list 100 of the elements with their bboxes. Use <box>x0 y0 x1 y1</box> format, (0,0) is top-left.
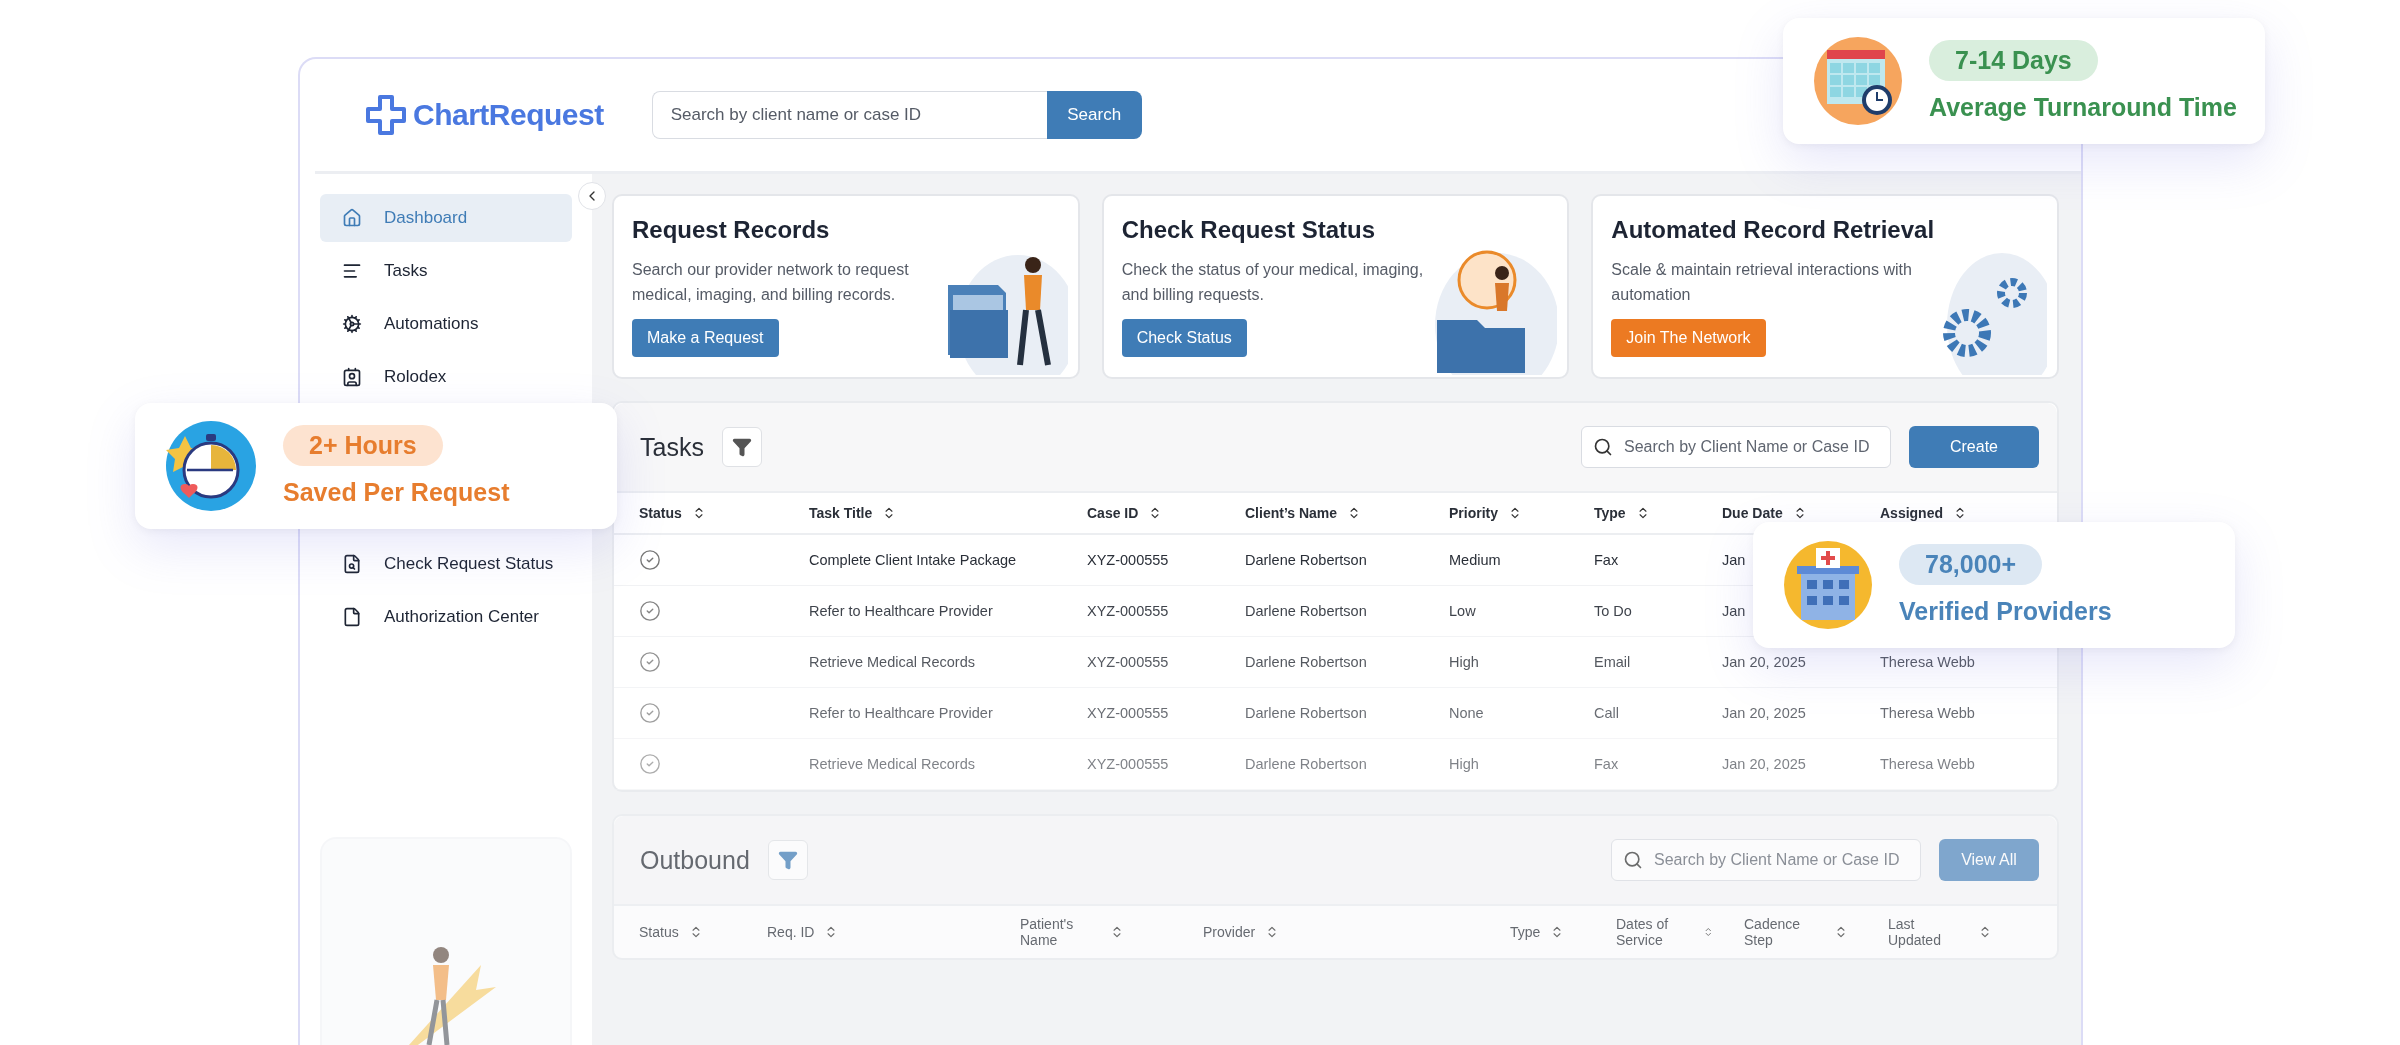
create-button[interactable]: Create <box>1909 426 2039 468</box>
status-check-icon[interactable] <box>639 600 661 622</box>
status-check-icon[interactable] <box>639 702 661 724</box>
table-cell-text: Complete Client Intake Package <box>809 552 1018 568</box>
sidebar-label: Authorization Center <box>384 607 539 627</box>
logo-text: ChartRequest <box>413 98 604 132</box>
column-header: Client’s Name <box>1245 505 1338 521</box>
table-cell-text: High <box>1449 756 1480 772</box>
stopwatch-icon <box>165 420 257 512</box>
status-check-icon[interactable] <box>639 753 661 775</box>
table-cell-text: Refer to Healthcare Provider <box>809 705 994 721</box>
search-field[interactable]: Search by client name or case ID <box>651 91 1047 139</box>
column-header: Due Date <box>1722 505 1783 521</box>
stat-label: Average Turnaround Time <box>1929 93 2237 122</box>
sidebar-icon <box>342 314 362 334</box>
column-header: Task Title <box>809 505 873 521</box>
stat-value: 2+ Hours <box>283 425 443 466</box>
stat-value: 78,000+ <box>1899 544 2043 585</box>
hospital-icon <box>1783 540 1873 630</box>
search-field[interactable]: Search by Client Name or Case ID <box>1581 426 1891 468</box>
column-header: Patient's Name <box>1020 916 1075 948</box>
table-cell-text: Theresa Webb <box>1880 654 1976 670</box>
sort-icon[interactable] <box>1953 506 1967 520</box>
table-cell-text: Fax <box>1594 756 1620 772</box>
table-cell-text: High <box>1449 654 1480 670</box>
sidebar-icon <box>342 208 362 228</box>
sidebar-icon <box>342 607 362 627</box>
view-all-button[interactable]: View All <box>1939 839 2039 881</box>
table-cell-text: XYZ-000555 <box>1087 654 1170 670</box>
stat-label: Verified Providers <box>1899 597 2112 626</box>
status-check-icon[interactable] <box>639 549 661 571</box>
card-description: Scale & maintain retrieval interactions with automation <box>1611 260 1913 305</box>
card-button[interactable]: Join The Network <box>1611 319 1766 357</box>
panel-title: Tasks <box>640 432 704 462</box>
sidebar-label: Dashboard <box>384 208 468 228</box>
sidebar-icon <box>342 261 362 281</box>
table-cell-text: XYZ-000555 <box>1087 603 1170 619</box>
table-cell-text: Medium <box>1449 552 1502 568</box>
card-title: Request Records <box>632 216 831 244</box>
sidebar-label: Rolodex <box>384 367 447 387</box>
table-cell-text: Jan <box>1722 603 1747 619</box>
sidebar-label: Tasks <box>384 261 428 281</box>
column-header: Req. ID <box>767 924 815 940</box>
filter-icon <box>731 437 752 457</box>
column-header: Dates of Service <box>1616 916 1670 948</box>
table-cell-text: To Do <box>1594 603 1633 619</box>
table-cell-text: Fax <box>1594 552 1620 568</box>
panel-title: Outbound <box>640 845 750 875</box>
table-cell-text: Email <box>1594 654 1632 670</box>
table-cell-text: Call <box>1594 705 1620 721</box>
table-cell-text: Retrieve Medical Records <box>809 756 976 772</box>
sidebar-label: Check Request Status <box>384 554 554 574</box>
card-button[interactable]: Check Status <box>1121 319 1247 357</box>
table-cell-text: Theresa Webb <box>1880 756 1976 772</box>
search-field[interactable]: Search by Client Name or Case ID <box>1611 839 1921 881</box>
table-cell-text: Theresa Webb <box>1880 705 1976 721</box>
search-button[interactable]: Search <box>1046 91 1142 139</box>
column-header: Last Updated <box>1888 916 1942 948</box>
table-cell-text: Jan 20, 2025 <box>1722 654 1807 670</box>
column-header: Provider <box>1203 924 1256 940</box>
sidebar-item[interactable]: Automations <box>320 300 572 348</box>
filter-button[interactable] <box>721 427 762 467</box>
cross-logo-icon <box>365 94 407 136</box>
card-button[interactable]: Make a Request <box>632 319 779 357</box>
sidebar-icon <box>342 367 362 387</box>
sidebar-item[interactable]: Dashboard <box>320 194 572 242</box>
table-cell-text: XYZ-000555 <box>1087 756 1170 772</box>
table-cell-text: Darlene Robertson <box>1245 603 1368 619</box>
filter-icon <box>777 850 798 870</box>
card-title: Automated Record Retrieval <box>1611 216 1936 244</box>
search-icon <box>1593 437 1613 457</box>
table-cell-text: None <box>1449 705 1485 721</box>
column-header: Assigned <box>1880 505 1943 521</box>
stat-value: 7-14 Days <box>1929 40 2098 81</box>
sidebar-item[interactable]: Rolodex <box>320 353 572 401</box>
table-cell-text: XYZ-000555 <box>1087 552 1170 568</box>
table-cell-text: Darlene Robertson <box>1245 552 1368 568</box>
table-cell-text: Darlene Robertson <box>1245 654 1368 670</box>
table-cell-text: Low <box>1449 603 1477 619</box>
sidebar-item[interactable]: Authorization Center <box>320 593 572 641</box>
column-header: Case ID <box>1087 505 1139 521</box>
column-header: Cadence Step <box>1744 916 1802 948</box>
sort-icon[interactable] <box>1508 506 1522 520</box>
table-cell-text: Jan 20, 2025 <box>1722 705 1807 721</box>
calendar-clock-icon <box>1813 36 1903 126</box>
status-check-icon[interactable] <box>639 651 661 673</box>
table-cell-text: Darlene Robertson <box>1245 756 1368 772</box>
card-title: Check Request Status <box>1121 216 1377 244</box>
table-cell-text: Refer to Healthcare Provider <box>809 603 994 619</box>
column-header: Priority <box>1449 505 1498 521</box>
table-cell-text: Retrieve Medical Records <box>809 654 976 670</box>
table-cell-text: Darlene Robertson <box>1245 705 1368 721</box>
sidebar-item[interactable]: Tasks <box>320 247 572 295</box>
column-header: Status <box>639 505 682 521</box>
stat-label: Saved Per Request <box>283 478 510 507</box>
sidebar-item[interactable]: Check Request Status <box>320 540 572 588</box>
table-cell-text: Jan <box>1722 552 1747 568</box>
column-header: Type <box>1594 505 1626 521</box>
table-cell-text: Jan 20, 2025 <box>1722 756 1807 772</box>
collapse-button[interactable] <box>578 182 606 210</box>
